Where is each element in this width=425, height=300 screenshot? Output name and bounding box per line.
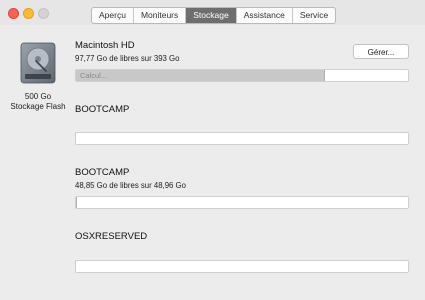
storage-bar-label: Calcul... — [80, 71, 108, 80]
storage-bar — [75, 260, 409, 273]
title-bar: Aperçu Moniteurs Stockage Assistance Ser… — [0, 0, 425, 25]
close-window-button[interactable] — [8, 8, 19, 19]
tab-service[interactable]: Service — [293, 8, 335, 23]
volume-name: BOOTCAMP — [75, 104, 130, 115]
volume-name: BOOTCAMP — [75, 167, 130, 178]
zoom-window-button[interactable] — [38, 8, 49, 19]
tab-bar: Aperçu Moniteurs Stockage Assistance Ser… — [91, 7, 337, 24]
disk-type: Stockage Flash — [10, 102, 66, 111]
disk-caption: 500 Go Stockage Flash — [0, 92, 76, 112]
volume-name: OSXRESERVED — [75, 231, 148, 242]
tab-apercu[interactable]: Aperçu — [92, 8, 134, 23]
manage-button[interactable]: Gérer... — [353, 44, 409, 59]
about-this-mac-window: Aperçu Moniteurs Stockage Assistance Ser… — [0, 0, 425, 300]
volume-name: Macintosh HD — [75, 40, 135, 51]
tab-stockage[interactable]: Stockage — [186, 8, 237, 23]
minimize-window-button[interactable] — [23, 8, 34, 19]
volume-free-space: 48,85 Go de libres sur 48,96 Go — [75, 181, 186, 190]
storage-bar: Calcul... — [75, 69, 409, 82]
storage-bar — [75, 196, 409, 209]
tab-moniteurs[interactable]: Moniteurs — [134, 8, 187, 23]
volume-free-space: 97,77 Go de libres sur 393 Go — [75, 54, 180, 63]
storage-bar-used — [76, 197, 77, 208]
hard-drive-icon — [20, 42, 56, 84]
storage-bar-used — [76, 70, 325, 81]
storage-bar — [75, 132, 409, 145]
storage-panel: 500 Go Stockage Flash Gérer... Macintosh… — [0, 25, 425, 300]
tab-assistance[interactable]: Assistance — [237, 8, 293, 23]
disk-capacity: 500 Go — [24, 92, 52, 101]
